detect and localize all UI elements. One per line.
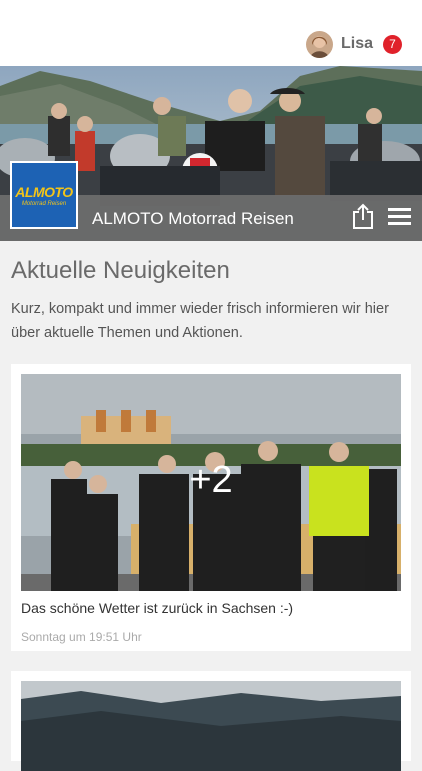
more-images-count[interactable]: +2: [21, 459, 401, 502]
post-timestamp: Sonntag um 19:51 Uhr: [21, 630, 142, 644]
brand-logo[interactable]: ALMOTO Motorrad Reisen: [10, 161, 78, 229]
news-card[interactable]: +2 Das schöne Wetter ist zurück in Sachs…: [11, 364, 411, 651]
notification-badge[interactable]: 7: [383, 34, 402, 54]
avatar[interactable]: [305, 30, 333, 58]
news-photo[interactable]: +2: [21, 374, 401, 591]
news-photo[interactable]: [21, 681, 401, 771]
menu-line: [388, 215, 411, 218]
news-card[interactable]: [11, 671, 411, 771]
intro-text: Kurz, kompakt und immer wieder frisch in…: [11, 301, 389, 341]
username[interactable]: Lisa: [341, 35, 373, 53]
user-profile[interactable]: Lisa 7: [305, 30, 402, 58]
logo-subtext: Motorrad Reisen: [21, 201, 67, 207]
share-icon[interactable]: [352, 203, 374, 229]
menu-line: [388, 208, 411, 211]
brand-title: ALMOTO Motorrad Reisen: [92, 209, 294, 228]
page-title: Aktuelle Neuigkeiten: [11, 257, 230, 284]
top-bar: Lisa 7: [0, 0, 422, 66]
logo-text: ALMOTO: [15, 184, 73, 200]
post-caption[interactable]: Das schöne Wetter ist zurück in Sachsen …: [21, 600, 293, 616]
hamburger-menu-icon[interactable]: [388, 208, 411, 226]
menu-line: [388, 222, 411, 225]
